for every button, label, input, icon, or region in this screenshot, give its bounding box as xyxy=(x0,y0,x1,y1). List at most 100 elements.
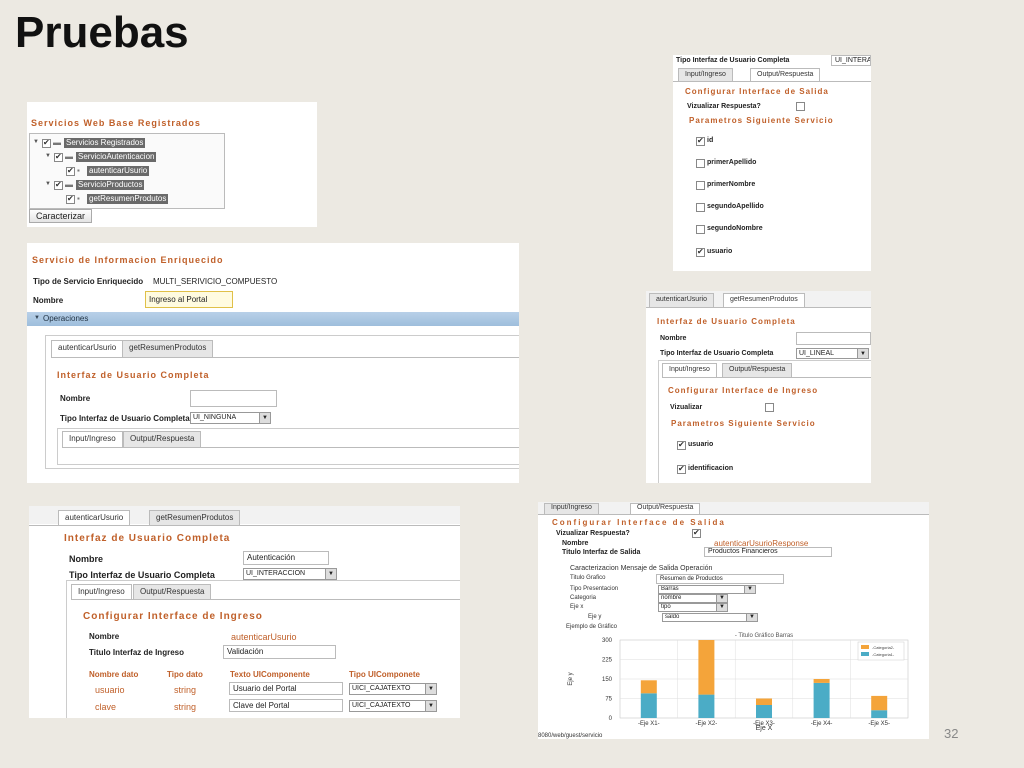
visualizar-checkbox[interactable] xyxy=(692,529,701,538)
param-checkbox-id[interactable] xyxy=(696,137,705,146)
field-select-tipo-presentacion[interactable]: Barras ▼ xyxy=(658,585,756,594)
row-texto-input[interactable]: Usuario del Portal xyxy=(229,682,343,695)
row-nombre-dato: usuario xyxy=(95,685,125,695)
field-input-titulo-grafico[interactable]: Resumen de Productos xyxy=(656,574,784,584)
field-select-eje-x[interactable]: tipo ▼ xyxy=(658,603,728,612)
visualizar-label: Vizualizar xyxy=(670,404,703,411)
tipo-interfaz-select[interactable]: UI_INTERACCION ▼ xyxy=(243,568,337,580)
tab-divider xyxy=(673,81,871,82)
tab-output-respuesta[interactable]: Output/Respuesta xyxy=(630,503,701,514)
nombre-input[interactable]: Ingreso al Portal xyxy=(145,291,233,308)
x-tick-label: -Eje X5- xyxy=(868,721,890,727)
row-comp-select[interactable]: UICI_CAJATEXTO ▼ xyxy=(349,700,437,712)
page-number: 32 xyxy=(944,726,959,741)
tree-checkbox[interactable] xyxy=(66,195,75,204)
tab-divider xyxy=(51,357,519,358)
bar xyxy=(756,705,772,718)
operaciones-header[interactable] xyxy=(27,312,519,326)
enriched-service-panel: Servicio de Informacion Enriquecido Tipo… xyxy=(27,243,519,483)
param-label-id: id xyxy=(707,137,714,144)
subtab-input-ingreso[interactable]: Input/Ingreso xyxy=(62,431,123,447)
tab-output-respuesta[interactable]: Output/Respuesta xyxy=(750,68,821,81)
tipo-interfaz-value: UI_LINEAL xyxy=(799,350,835,357)
nombre-input[interactable]: Autenticación xyxy=(243,551,329,565)
operaciones-label: Operaciones xyxy=(43,314,89,323)
tree-item-autenticar-usurio[interactable]: autenticarUsurio xyxy=(87,166,150,176)
config-ingreso-heading: Configurar Interface de Ingreso xyxy=(83,611,263,622)
subtab-output-respuesta[interactable]: Output/Respuesta xyxy=(123,431,202,447)
param-checkbox-primer-apellido[interactable] xyxy=(696,159,705,168)
subtab-input-ingreso[interactable]: Input/Ingreso xyxy=(662,363,717,377)
tipo-interfaz-value: UI_NINGUNA xyxy=(193,414,237,421)
tab-get-resumen-produtos[interactable]: getResumenProdutos xyxy=(122,340,214,357)
nombre2-label: Nombre xyxy=(89,632,120,641)
subtab-divider xyxy=(62,447,519,448)
bar xyxy=(698,640,715,695)
nombre-input[interactable] xyxy=(796,332,871,345)
expand-arrow-icon[interactable]: ▼ xyxy=(45,153,51,159)
chevron-down-icon: ▼ xyxy=(746,614,757,621)
visualizar-checkbox[interactable] xyxy=(765,403,774,412)
tree-checkbox[interactable] xyxy=(54,181,63,190)
visualizar-checkbox[interactable] xyxy=(796,102,805,111)
legend-swatch xyxy=(861,645,869,649)
subtab-input-ingreso[interactable]: Input/Ingreso xyxy=(71,584,132,599)
tree-checkbox[interactable] xyxy=(54,153,63,162)
param-checkbox-primer-nombre[interactable] xyxy=(696,181,705,190)
param-checkbox-identificacion[interactable] xyxy=(677,465,686,474)
tab-autenticar-usurio[interactable]: autenticarUsurio xyxy=(649,293,714,307)
field-value-categoria: nombre xyxy=(661,595,682,601)
collapse-arrow-icon[interactable]: ▼ xyxy=(34,315,40,321)
params-heading: Parametros Siguiente Servicio xyxy=(671,419,816,428)
titulo-salida-input[interactable]: Productos Financieros xyxy=(704,547,832,557)
tree-item-servicios-registrados[interactable]: Servicios Registrados xyxy=(64,138,146,148)
caracterizar-button[interactable]: Caracterizar xyxy=(29,209,93,223)
titulo-ingreso-input[interactable]: Validación xyxy=(223,645,336,659)
field-select-categoria[interactable]: nombre ▼ xyxy=(658,594,728,603)
tree-item-get-resumen-produtos[interactable]: getResumenProdutos xyxy=(87,194,169,204)
row-nombre-dato: clave xyxy=(95,702,117,712)
chevron-down-icon: ▼ xyxy=(744,586,755,593)
subtab-output-respuesta[interactable]: Output/Respuesta xyxy=(722,363,793,377)
folder-icon: ▬ xyxy=(65,180,73,189)
subtab-output-respuesta[interactable]: Output/Respuesta xyxy=(133,584,212,599)
tipo-interfaz-field[interactable]: UI_INTERA xyxy=(831,55,871,66)
param-checkbox-usuario[interactable] xyxy=(677,441,686,450)
param-label-usuario: usuario xyxy=(707,248,733,255)
tipo-interfaz-label: Tipo Interfaz de Usuario Completa xyxy=(60,414,190,423)
bar xyxy=(871,710,888,718)
param-checkbox-segundo-apellido[interactable] xyxy=(696,203,705,212)
tree-checkbox[interactable] xyxy=(42,139,51,148)
tab-input-ingreso[interactable]: Input/Ingreso xyxy=(678,68,733,81)
titulo-ingreso-label: Titulo Interfaz de Ingreso xyxy=(89,648,184,657)
visualizar-label: Vizualizar Respuesta? xyxy=(687,103,761,110)
param-checkbox-segundo-nombre[interactable] xyxy=(696,225,705,234)
bar xyxy=(813,679,830,683)
row-texto-input[interactable]: Clave del Portal xyxy=(229,699,343,712)
tree-item-servicio-productos[interactable]: ServicioProductos xyxy=(76,180,145,190)
tipo-interfaz-label: Tipo Interfaz de Usuario Completa xyxy=(660,350,774,357)
field-value-eje-x: tipo xyxy=(661,604,671,610)
tab-autenticar-usurio[interactable]: autenticarUsurio xyxy=(51,340,124,357)
param-checkbox-usuario[interactable] xyxy=(696,248,705,257)
tipo-interfaz-select[interactable]: UI_NINGUNA ▼ xyxy=(190,412,271,424)
tree-checkbox[interactable] xyxy=(66,167,75,176)
nombre2-input[interactable] xyxy=(190,390,277,407)
y-tick-label: 225 xyxy=(602,658,613,664)
chevron-down-icon: ▼ xyxy=(716,595,727,602)
caract-label: Caracterizacion Mensaje de Salida Operac… xyxy=(570,565,713,572)
field-select-eje-y[interactable]: saldo ▼ xyxy=(662,613,758,622)
interfaz-heading: Interfaz de Usuario Completa xyxy=(657,317,796,326)
col-nombre-dato: Nombre dato xyxy=(89,670,139,679)
row-comp-select[interactable]: UICI_CAJATEXTO ▼ xyxy=(349,683,437,695)
tab-autenticar-usurio[interactable]: autenticarUsurio xyxy=(58,510,131,525)
tree-item-servicio-autenticacion[interactable]: ServicioAutenticacion xyxy=(76,152,157,162)
tab-get-resumen-produtos[interactable]: getResumenProdutos xyxy=(149,510,241,525)
bar xyxy=(813,682,830,718)
tipo-interfaz-select[interactable]: UI_LINEAL ▼ xyxy=(796,348,869,359)
expand-arrow-icon[interactable]: ▼ xyxy=(33,139,39,145)
legend-swatch xyxy=(861,652,869,656)
tab-get-resumen-produtos[interactable]: getResumenProdutos xyxy=(723,293,805,307)
expand-arrow-icon[interactable]: ▼ xyxy=(45,181,51,187)
tab-input-ingreso[interactable]: Input/Ingreso xyxy=(544,503,599,514)
